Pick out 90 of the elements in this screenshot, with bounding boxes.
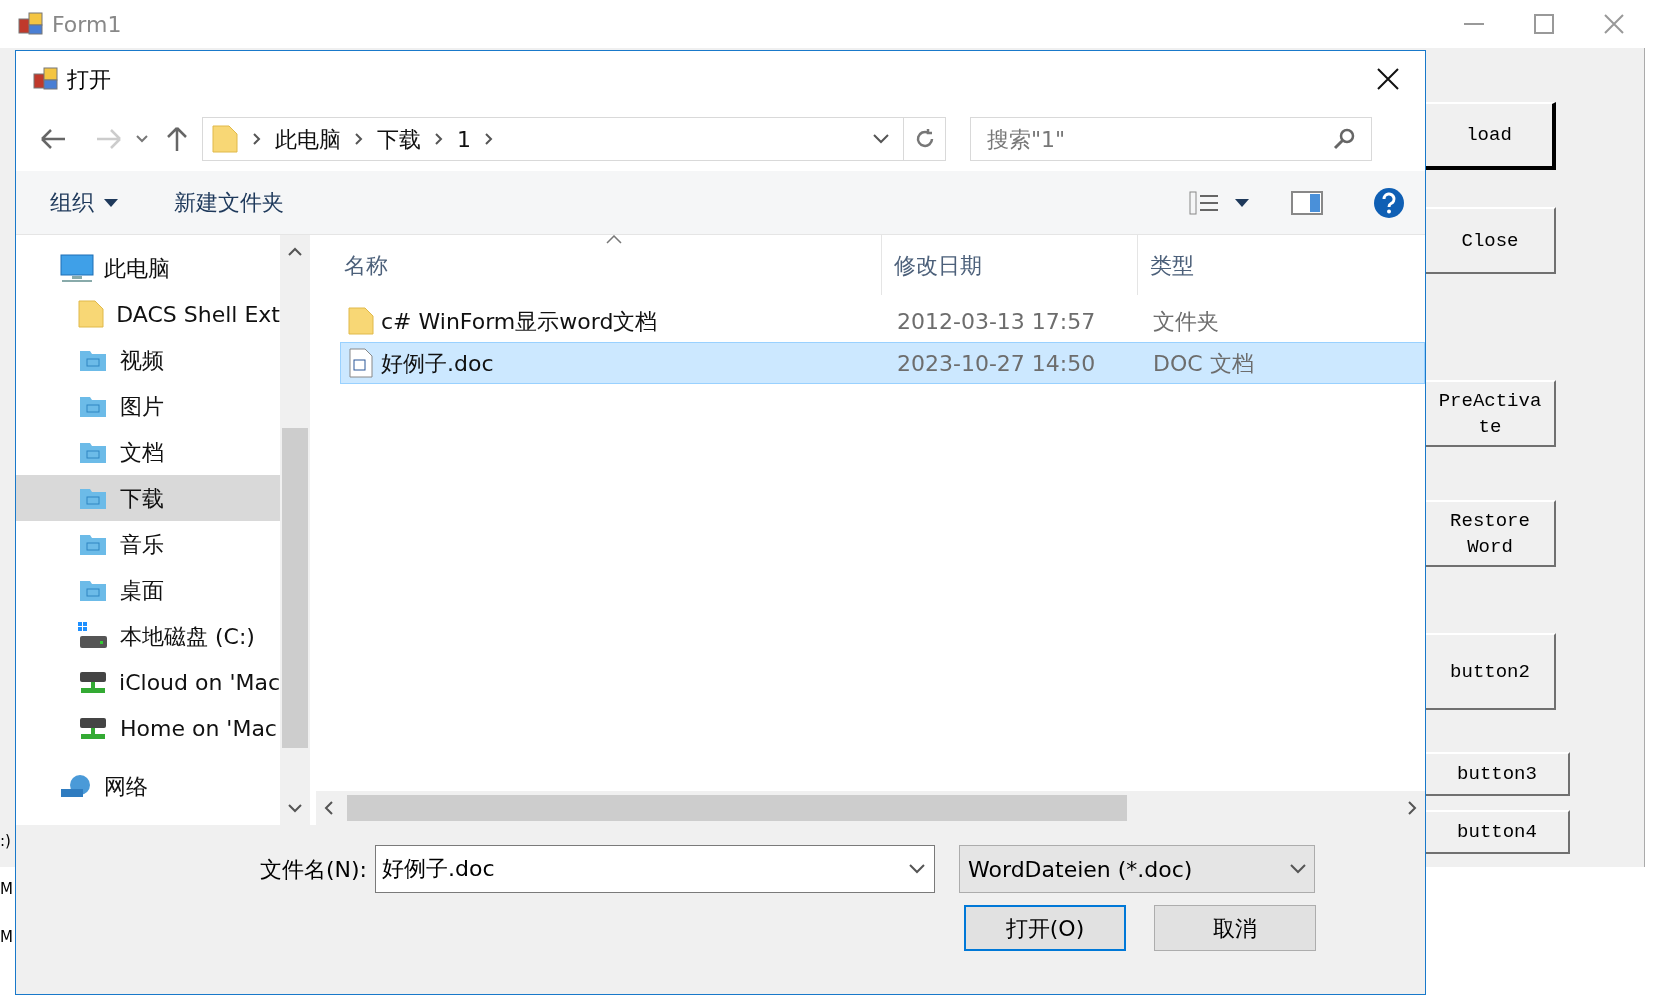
nav-item[interactable]: 音乐 bbox=[16, 521, 280, 567]
folder-icon bbox=[79, 440, 107, 464]
column-header[interactable]: 名称 bbox=[316, 235, 882, 295]
breadcrumb-item[interactable]: 1 bbox=[457, 122, 471, 156]
help-icon[interactable] bbox=[1373, 186, 1405, 219]
nav-item[interactable]: 图片 bbox=[16, 383, 280, 429]
address-bar[interactable]: 此电脑 下载 1 bbox=[202, 117, 904, 161]
scrollbar-thumb[interactable] bbox=[347, 795, 1127, 821]
search-icon[interactable] bbox=[1332, 127, 1356, 151]
view-list-icon[interactable] bbox=[1189, 190, 1219, 215]
chevron-down-icon[interactable] bbox=[136, 135, 148, 143]
folder-icon bbox=[79, 348, 107, 372]
up-arrow-icon[interactable] bbox=[166, 126, 188, 152]
drive-icon bbox=[78, 622, 108, 650]
form-button[interactable]: button4 bbox=[1426, 810, 1570, 854]
file-row[interactable]: 好例子.doc 2023-10-27 14:50 DOC 文档 bbox=[340, 342, 1425, 384]
dialog-title: 打开 bbox=[67, 65, 111, 94]
minimize-icon[interactable] bbox=[1464, 22, 1484, 26]
file-type-dropdown[interactable]: WordDateien (*.doc) bbox=[959, 845, 1316, 893]
app-icon bbox=[18, 11, 44, 37]
nav-item[interactable]: 视频 bbox=[16, 337, 280, 383]
chevron-right-icon[interactable] bbox=[435, 133, 443, 145]
chevron-right-icon[interactable] bbox=[355, 133, 363, 145]
app-icon bbox=[33, 66, 59, 92]
folder-icon bbox=[79, 532, 107, 556]
maximize-icon[interactable] bbox=[1534, 14, 1554, 34]
sort-caret-icon[interactable] bbox=[606, 235, 622, 244]
file-name: 好例子.doc bbox=[381, 349, 495, 378]
chevron-down-icon bbox=[1290, 864, 1307, 874]
folder-icon bbox=[347, 306, 375, 336]
file-date: 2023-10-27 14:50 bbox=[897, 349, 1097, 378]
nav-item[interactable]: 此电脑 bbox=[16, 245, 280, 291]
nav-item[interactable]: 桌面 bbox=[16, 567, 280, 613]
filename-field[interactable]: 好例子.doc bbox=[375, 845, 936, 893]
close-icon[interactable] bbox=[1377, 68, 1399, 90]
form-button[interactable]: load bbox=[1426, 102, 1556, 170]
text-fragment: :) bbox=[0, 831, 12, 852]
chevron-right-icon[interactable] bbox=[485, 133, 493, 145]
folder-icon bbox=[79, 578, 107, 602]
breadcrumb-item[interactable]: 下载 bbox=[377, 122, 421, 156]
form-button[interactable]: button3 bbox=[1426, 752, 1570, 796]
folder-icon bbox=[77, 299, 106, 329]
file-type: 文件夹 bbox=[1153, 307, 1219, 336]
computer-icon bbox=[60, 253, 94, 283]
column-header[interactable]: 修改日期 bbox=[882, 235, 1138, 295]
folder-icon bbox=[79, 486, 107, 510]
preview-pane-icon[interactable] bbox=[1291, 190, 1323, 215]
folder-icon bbox=[211, 124, 239, 154]
filename-label: 文件名(N): bbox=[260, 855, 368, 884]
form-button[interactable]: button2 bbox=[1426, 633, 1556, 710]
file-date: 2012-03-13 17:57 bbox=[897, 307, 1097, 336]
caret-icon bbox=[104, 198, 118, 207]
text-fragment: M bbox=[0, 879, 14, 900]
refresh-button[interactable] bbox=[904, 117, 946, 161]
text-fragment: M bbox=[0, 927, 14, 948]
nav-item[interactable]: DACS Shell Ext bbox=[16, 291, 280, 337]
nav-item[interactable]: Home on 'Mac bbox=[16, 705, 280, 751]
nav-item[interactable]: 本地磁盘 (C:) bbox=[16, 613, 280, 659]
scrollbar-thumb[interactable] bbox=[282, 428, 308, 748]
window-title: Form1 bbox=[52, 10, 122, 39]
form-button[interactable]: Restore Word bbox=[1426, 500, 1556, 567]
caret-icon[interactable] bbox=[1235, 198, 1249, 207]
chevron-left-icon[interactable] bbox=[324, 801, 333, 815]
back-arrow-icon[interactable] bbox=[40, 128, 66, 150]
nav-item[interactable]: 文档 bbox=[16, 429, 280, 475]
form-button[interactable]: PreActivate bbox=[1426, 380, 1556, 447]
file-row[interactable]: c# WinForm显示word文档 2012-03-13 17:57 文件夹 bbox=[340, 300, 1425, 342]
column-header[interactable]: 类型 bbox=[1138, 235, 1194, 295]
new-folder-button[interactable]: 新建文件夹 bbox=[174, 186, 284, 219]
chevron-down-icon[interactable] bbox=[288, 804, 302, 813]
breadcrumb-item[interactable]: 此电脑 bbox=[275, 122, 341, 156]
document-icon bbox=[349, 348, 373, 378]
chevron-right-icon[interactable] bbox=[1408, 801, 1417, 815]
file-type: DOC 文档 bbox=[1153, 349, 1254, 378]
chevron-up-icon[interactable] bbox=[288, 247, 302, 256]
file-name: c# WinForm显示word文档 bbox=[381, 307, 659, 336]
search-field[interactable]: 搜索"1" bbox=[970, 117, 1372, 161]
nav-item[interactable]: iCloud on 'Mac bbox=[16, 659, 280, 705]
nav-item[interactable]: 下载 bbox=[16, 475, 280, 521]
nav-item[interactable]: 网络 bbox=[16, 763, 280, 809]
folder-icon bbox=[79, 394, 107, 418]
chevron-right-icon[interactable] bbox=[253, 133, 261, 145]
cancel-button[interactable]: 取消 bbox=[1154, 905, 1316, 951]
organize-button[interactable]: 组织 bbox=[50, 186, 118, 219]
vertical-scrollbar[interactable] bbox=[280, 235, 310, 825]
chevron-down-icon[interactable] bbox=[873, 134, 889, 144]
form-button[interactable]: Close bbox=[1426, 207, 1556, 274]
chevron-down-icon[interactable] bbox=[909, 864, 926, 874]
horizontal-scrollbar[interactable] bbox=[316, 791, 1425, 825]
open-button[interactable]: 打开(O) bbox=[964, 905, 1126, 951]
